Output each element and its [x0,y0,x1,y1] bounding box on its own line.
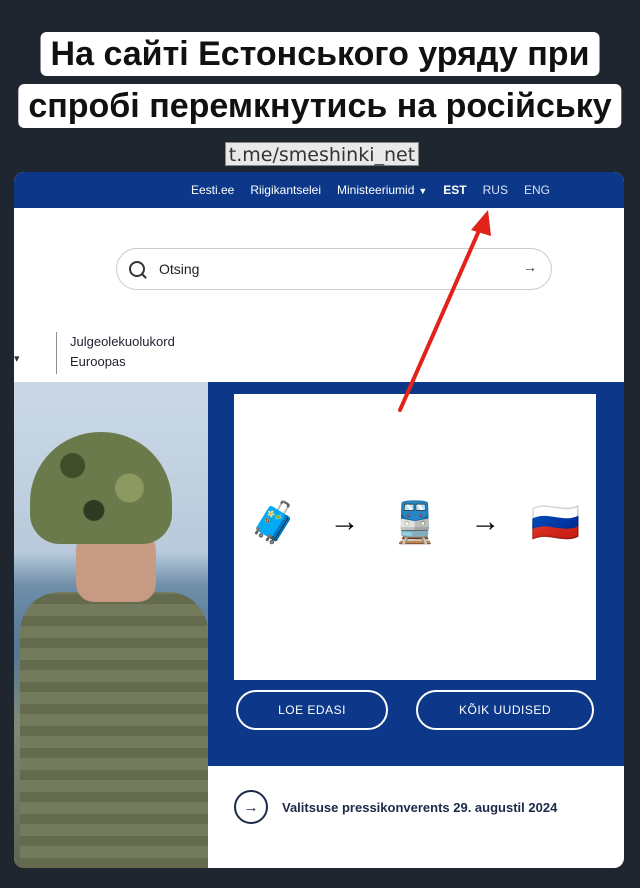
search-icon [129,261,145,277]
arrow-right-icon: → [470,505,501,538]
chevron-down-icon[interactable]: ▾ [14,352,20,365]
search-placeholder: Otsing [159,261,200,277]
breadcrumb-line-1: Julgeolekuolukord [70,334,175,349]
language-rus[interactable]: RUS [483,183,508,197]
nav-link-ministeeriumid[interactable]: Ministeeriumid ▼ [337,183,427,197]
soldier-photo [14,382,208,868]
language-eng[interactable]: ENG [524,183,550,197]
news-item[interactable]: → Valitsuse pressikonverents 29. augusti… [234,790,557,824]
arrow-right-icon: → [234,790,268,824]
russia-flag-icon: 🇷🇺 [530,500,581,545]
all-news-button[interactable]: KÕIK UUDISED [416,690,594,730]
nav-link-riigikantselei[interactable]: Riigikantselei [250,183,321,197]
website-screenshot: Eesti.ee Riigikantselei Ministeeriumid ▼ … [14,172,624,868]
emoji-sequence: 🧳 → 🚆 → 🇷🇺 [234,482,596,562]
suitcase-icon: 🧳 [249,500,300,545]
helmet [30,432,172,544]
top-navigation-bar: Eesti.ee Riigikantselei Ministeeriumid ▼ … [14,172,624,208]
nav-link-eesti-ee[interactable]: Eesti.ee [191,183,234,197]
meme-caption-line-1: На сайті Естонського уряду при [40,32,600,76]
hero-panel: 🧳 → 🚆 → 🇷🇺 LOE EDASI KÕIK UUDISED [208,382,624,766]
hero-image: 🧳 → 🚆 → 🇷🇺 [234,394,596,680]
language-est[interactable]: EST [443,183,466,197]
arrow-right-icon[interactable]: → [523,259,537,275]
arrow-right-icon: → [329,505,360,538]
watermark: t.me/smeshinki_net [225,142,419,166]
body-armor [20,592,208,868]
meme-caption-line-2: спробі перемкнутись на російську [18,84,622,128]
search-input[interactable]: Otsing → [116,248,552,290]
chevron-down-icon: ▼ [418,186,428,196]
breadcrumb[interactable]: Julgeolekuolukord Euroopas [70,332,175,372]
nav-link-ministeeriumid-label: Ministeeriumid [337,183,415,197]
news-item-title: Valitsuse pressikonverents 29. augustil … [282,799,558,815]
divider [56,332,57,374]
breadcrumb-line-2: Euroopas [70,354,126,369]
read-more-button[interactable]: LOE EDASI [236,690,388,730]
train-icon: 🚆 [390,500,440,545]
